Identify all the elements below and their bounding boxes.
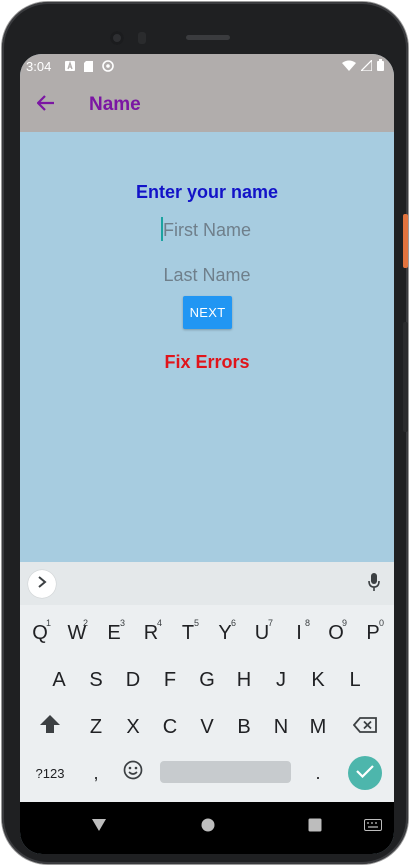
wifi-icon [342, 59, 356, 74]
keyboard-switch-button[interactable] [360, 814, 386, 840]
key-y[interactable]: Y6 [208, 612, 242, 654]
key-l[interactable]: L [338, 659, 372, 701]
key-hint: 6 [230, 618, 236, 628]
front-camera [110, 31, 124, 45]
key-k[interactable]: K [301, 659, 335, 701]
system-nav-bar [20, 802, 394, 854]
key-p[interactable]: P0 [356, 612, 390, 654]
key-hint: 9 [341, 618, 347, 628]
key-x[interactable]: X [116, 706, 150, 748]
key-hint: 3 [119, 618, 125, 628]
key-j[interactable]: J [264, 659, 298, 701]
space-key[interactable] [160, 761, 291, 783]
sd-card-icon [84, 60, 94, 72]
soft-keyboard: Q1 W2 E3 R4 T5 Y6 U7 I8 O9 P0 A S D F G … [20, 562, 394, 802]
key-z[interactable]: Z [79, 706, 113, 748]
shift-key[interactable] [33, 706, 67, 748]
status-time: 3:04 [26, 58, 52, 74]
key-i[interactable]: I8 [282, 612, 316, 654]
key-q[interactable]: Q1 [23, 612, 57, 654]
backspace-icon [352, 716, 377, 739]
nav-home-button[interactable] [195, 814, 221, 840]
arrow-left-icon [36, 94, 55, 116]
screen: 3:04 Name Enter your name First Name Las… [20, 54, 394, 854]
shift-icon [40, 715, 60, 739]
key-a[interactable]: A [42, 659, 76, 701]
period-key[interactable]: . [301, 752, 335, 794]
keyboard-icon [364, 818, 382, 836]
emoji-key[interactable] [116, 752, 150, 794]
battery-icon [377, 58, 384, 74]
a-box-icon [65, 61, 76, 71]
key-e[interactable]: E3 [97, 612, 131, 654]
volume-button [403, 322, 408, 432]
key-t[interactable]: T5 [171, 612, 205, 654]
key-hint: 0 [378, 618, 384, 628]
key-c[interactable]: C [153, 706, 187, 748]
mic-icon [368, 572, 380, 596]
key-d[interactable]: D [116, 659, 150, 701]
emoji-icon [123, 760, 143, 786]
app-bar: Name [20, 78, 394, 132]
keyboard-expand-button[interactable] [28, 570, 56, 598]
key-g[interactable]: G [190, 659, 224, 701]
checkmark-icon [356, 764, 374, 783]
back-button[interactable] [20, 78, 72, 132]
backspace-key[interactable] [348, 706, 382, 748]
circle-home-icon [201, 818, 215, 837]
symbols-key[interactable]: ?123 [30, 752, 70, 794]
voice-input-button[interactable] [364, 572, 384, 596]
nav-recents-button[interactable] [302, 814, 328, 840]
key-hint: 1 [45, 618, 51, 628]
key-label: T [181, 621, 195, 644]
key-hint: 2 [82, 618, 88, 628]
key-h[interactable]: H [227, 659, 261, 701]
phone-frame: 3:04 Name Enter your name First Name Las… [2, 2, 408, 864]
sync-circle-icon [102, 60, 115, 72]
key-label: Y [218, 621, 232, 644]
next-button[interactable]: NEXT [183, 296, 232, 329]
key-v[interactable]: V [190, 706, 224, 748]
key-label: I [296, 621, 302, 644]
key-n[interactable]: N [264, 706, 298, 748]
key-f[interactable]: F [153, 659, 187, 701]
signal-icon [359, 57, 373, 74]
enter-key[interactable] [348, 756, 382, 790]
error-message: Fix Errors [164, 352, 250, 372]
triangle-back-icon [91, 818, 107, 837]
chevron-right-icon [37, 575, 47, 593]
key-u[interactable]: U7 [245, 612, 279, 654]
key-hint: 7 [267, 618, 273, 628]
key-label: P [366, 621, 380, 644]
key-hint: 5 [193, 618, 199, 628]
last-name-input[interactable] [157, 261, 257, 289]
first-name-input[interactable] [157, 216, 257, 244]
power-button [403, 214, 408, 268]
square-recents-icon [308, 818, 322, 837]
key-b[interactable]: B [227, 706, 261, 748]
comma-key[interactable]: , [79, 752, 113, 794]
key-label: E [107, 621, 121, 644]
key-hint: 4 [156, 618, 162, 628]
keyboard-toolbar [20, 562, 394, 605]
earpiece-speaker [186, 35, 230, 40]
nav-back-button[interactable] [86, 814, 112, 840]
key-w[interactable]: W2 [60, 612, 94, 654]
status-bar: 3:04 [20, 54, 394, 78]
form-heading: Enter your name [135, 182, 279, 202]
key-r[interactable]: R4 [134, 612, 168, 654]
text-cursor [161, 217, 163, 241]
key-s[interactable]: S [79, 659, 113, 701]
key-hint: 8 [304, 618, 310, 628]
page-title: Name [89, 94, 141, 115]
proximity-sensor [138, 32, 146, 44]
key-o[interactable]: O9 [319, 612, 353, 654]
key-m[interactable]: M [301, 706, 335, 748]
name-form: Enter your name NEXT Fix Errors [20, 132, 394, 562]
